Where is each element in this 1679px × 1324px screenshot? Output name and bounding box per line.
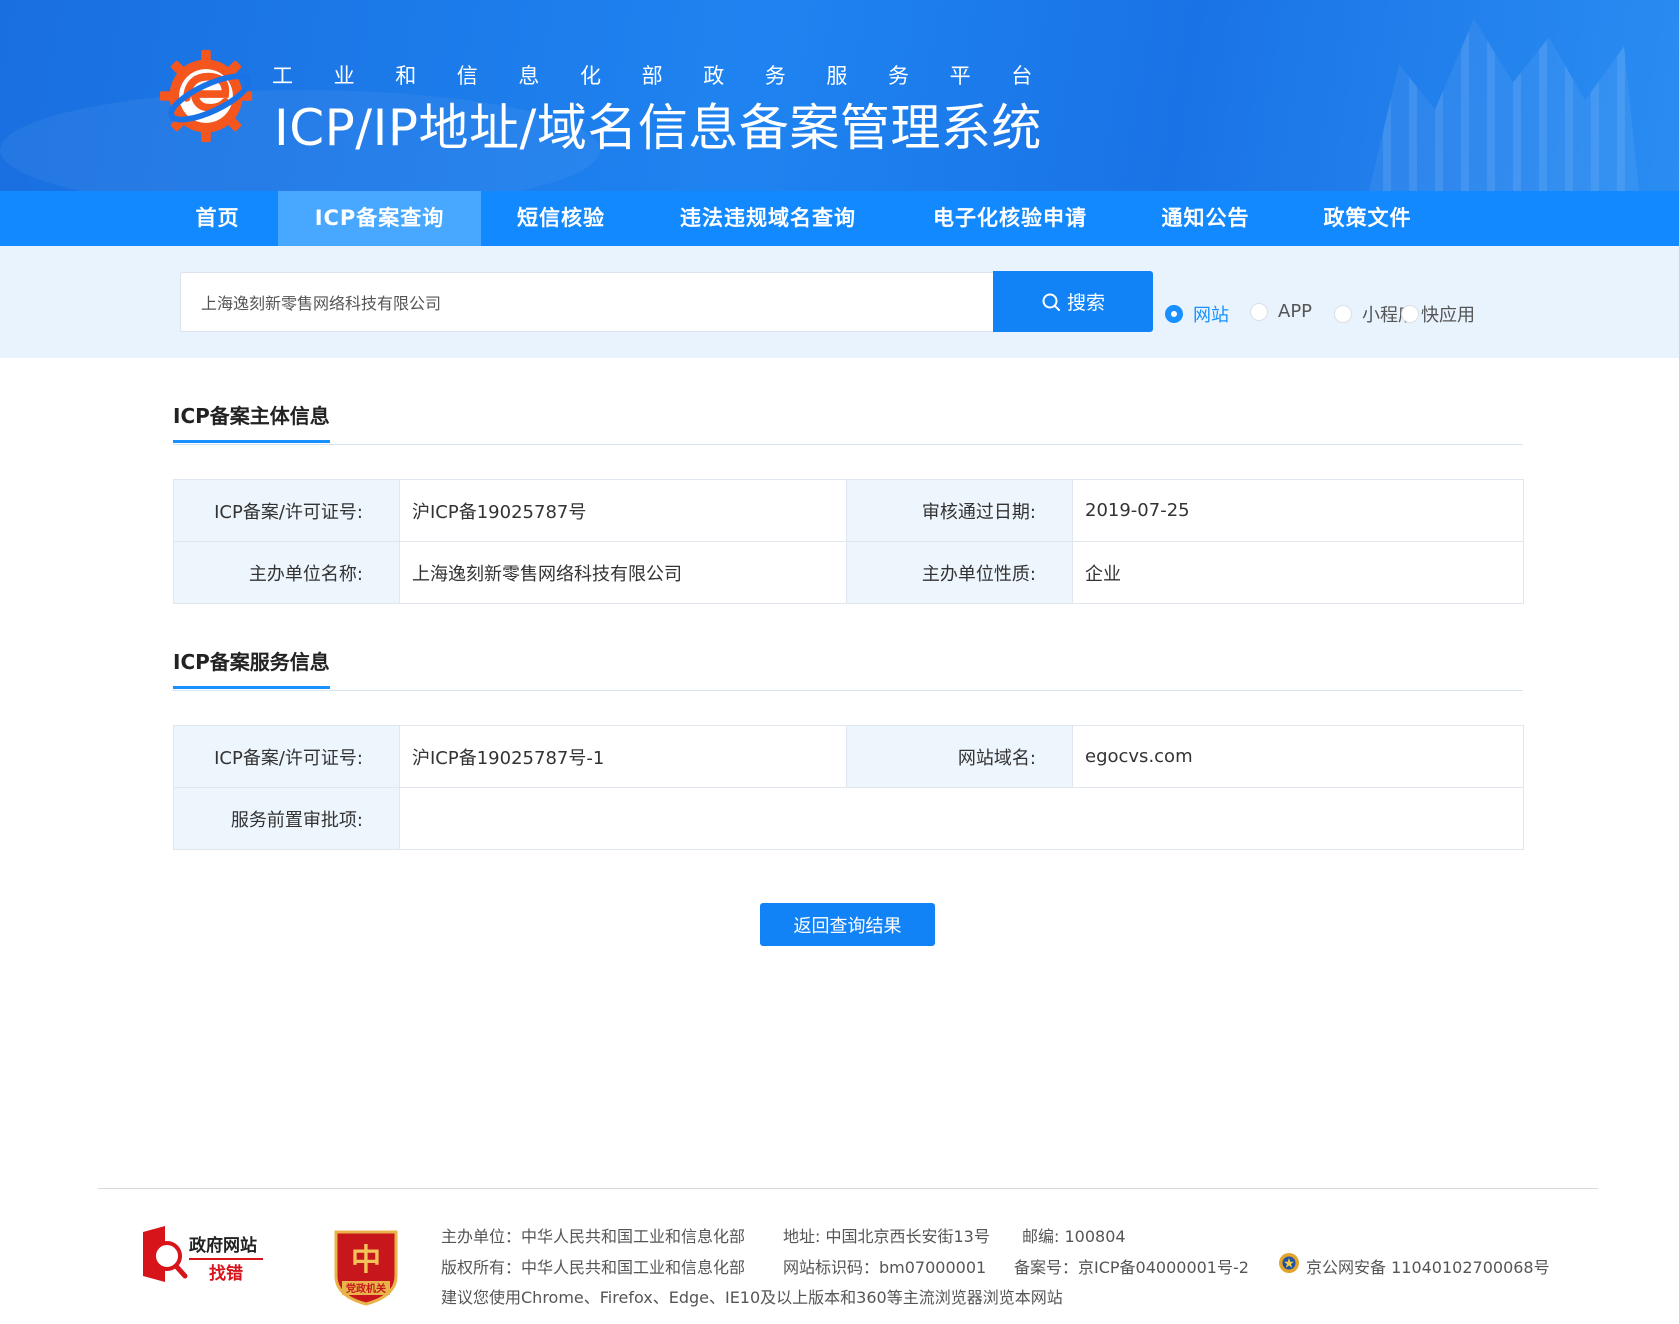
search-bar-area: 搜索 网站 APP 小程序 快应用 [0, 246, 1679, 358]
section-divider [173, 690, 1523, 691]
nav-illegal-domain-query[interactable]: 违法违规域名查询 [665, 191, 871, 246]
skyline-decoration [1369, 19, 1639, 191]
table-row: ICP备案/许可证号: 沪ICP备19025787号 审核通过日期: 2019-… [173, 479, 1524, 542]
footer-site-code: 网站标识码：bm07000001 [783, 1258, 987, 1277]
service-license-value: 沪ICP备19025787号-1 [399, 725, 847, 788]
badge2-text: 党政机关 [346, 1282, 386, 1295]
approve-date-value: 2019-07-25 [1072, 479, 1524, 542]
type-radio-quickapp[interactable]: 快应用 [1401, 301, 1475, 327]
type-radio-website[interactable]: 网站 [1165, 301, 1229, 327]
license-label: ICP备案/许可证号: [173, 479, 400, 542]
header-title: ICP/IP地址/域名信息备案管理系统 [274, 99, 1042, 157]
footer-address: 地址: 中国北京西长安街13号 [783, 1227, 990, 1246]
table-row: ICP备案/许可证号: 沪ICP备19025787号-1 网站域名: egocv… [173, 725, 1524, 788]
footer-police-link[interactable]: 京公网安备 11040102700068号 [1306, 1254, 1550, 1278]
header-subtitle: 工业和信息化部政务服务平台 [272, 64, 1073, 88]
radio-dot [1334, 305, 1352, 323]
type-radio-app-label: APP [1278, 301, 1313, 322]
nav-electronic-verify[interactable]: 电子化核验申请 [915, 191, 1105, 246]
search-icon [1042, 293, 1060, 311]
badge1-line2: 找错 [209, 1263, 243, 1284]
type-radio-quickapp-label: 快应用 [1421, 305, 1475, 326]
pre-approval-label: 服务前置审批项: [173, 787, 400, 850]
main-nav: 首页 ICP备案查询 短信核验 违法违规域名查询 电子化核验申请 通知公告 政策… [0, 191, 1679, 246]
footer-divider [98, 1188, 1598, 1189]
footer-host: 主办单位：中华人民共和国工业和信息化部 [441, 1227, 746, 1246]
gear-e-logo-icon [159, 49, 253, 143]
table-row: 服务前置审批项: [173, 787, 1524, 850]
approve-date-label: 审核通过日期: [846, 479, 1073, 542]
footer-browser-tip: 建议您使用Chrome、Firefox、Edge、IE10及以上版本和360等主… [441, 1288, 1063, 1307]
police-emblem-icon [1279, 1253, 1299, 1273]
type-radio-app[interactable]: APP [1250, 301, 1312, 322]
nav-policy-docs[interactable]: 政策文件 [1310, 191, 1425, 246]
nav-notices[interactable]: 通知公告 [1148, 191, 1263, 246]
org-name-value: 上海逸刻新零售网络科技有限公司 [399, 541, 847, 604]
org-name-label: 主办单位名称: [173, 541, 400, 604]
footer-copyright: 版权所有：中华人民共和国工业和信息化部 [441, 1258, 746, 1277]
section-title-service: ICP备案服务信息 [173, 646, 330, 689]
footer-icp-link[interactable]: 备案号：京ICP备04000001号-2 [1014, 1254, 1249, 1278]
search-button[interactable]: 搜索 [993, 271, 1153, 332]
domain-label: 网站域名: [846, 725, 1073, 788]
pre-approval-value [399, 787, 1524, 850]
section-divider [173, 444, 1523, 445]
nav-icp-query[interactable]: ICP备案查询 [278, 191, 481, 246]
section-title-subject: ICP备案主体信息 [173, 400, 330, 443]
domain-value: egocvs.com [1072, 725, 1524, 788]
org-type-label: 主办单位性质: [846, 541, 1073, 604]
radio-dot [1165, 305, 1183, 323]
search-button-label: 搜索 [1066, 292, 1105, 314]
site-header: 工业和信息化部政务服务平台 ICP/IP地址/域名信息备案管理系统 [0, 0, 1679, 191]
gov-site-error-report-badge[interactable]: 政府网站 找错 [143, 1226, 265, 1288]
license-value: 沪ICP备19025787号 [399, 479, 847, 542]
party-gov-agency-badge[interactable]: 中 党政机关 [332, 1226, 400, 1306]
back-to-results-button[interactable]: 返回查询结果 [760, 903, 935, 946]
service-license-label: ICP备案/许可证号: [173, 725, 400, 788]
radio-dot [1250, 302, 1268, 321]
type-radio-website-label: 网站 [1193, 305, 1229, 326]
table-row: 主办单位名称: 上海逸刻新零售网络科技有限公司 主办单位性质: 企业 [173, 541, 1524, 604]
nav-sms-verify[interactable]: 短信核验 [500, 191, 622, 246]
badge1-line1: 政府网站 [189, 1235, 257, 1256]
footer-postcode: 邮编: 100804 [1022, 1227, 1126, 1246]
nav-home[interactable]: 首页 [170, 191, 265, 246]
radio-dot [1401, 305, 1419, 323]
service-info-table: ICP备案/许可证号: 沪ICP备19025787号-1 网站域名: egocv… [173, 725, 1524, 850]
svg-text:中: 中 [351, 1243, 381, 1278]
subject-info-table: ICP备案/许可证号: 沪ICP备19025787号 审核通过日期: 2019-… [173, 479, 1524, 604]
org-type-value: 企业 [1072, 541, 1524, 604]
search-input[interactable] [180, 272, 993, 332]
